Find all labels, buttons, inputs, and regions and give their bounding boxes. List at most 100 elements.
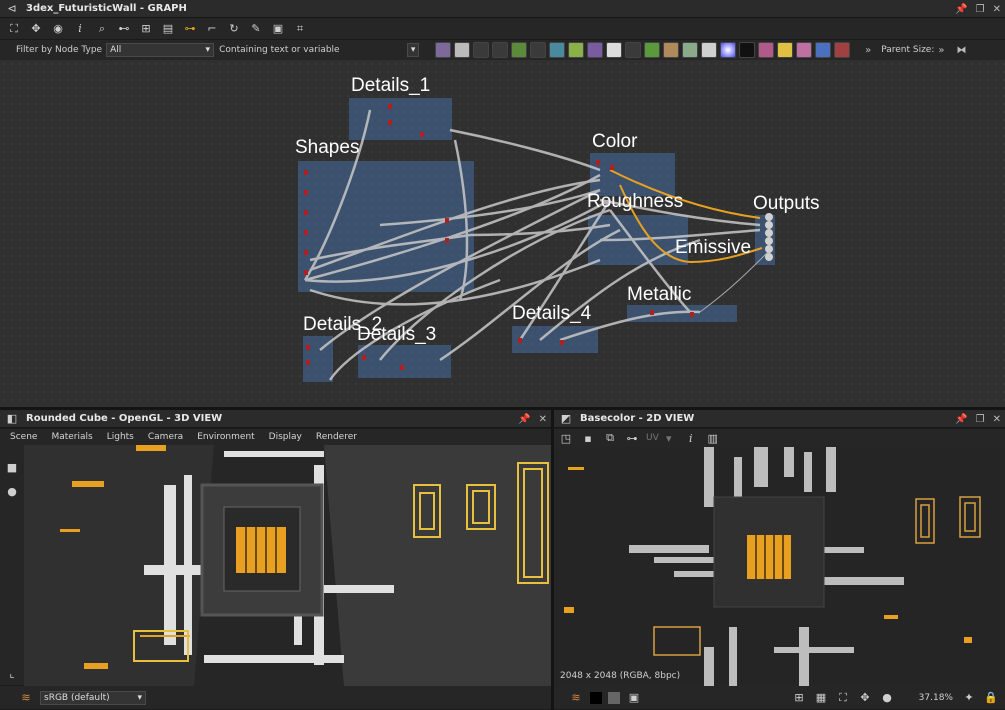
pin-icon[interactable]: 📌 — [955, 4, 967, 15]
hierarchy-icon[interactable]: ⊞ — [138, 21, 154, 37]
view3d-title: Rounded Cube - OpenGL - 3D VIEW — [26, 413, 223, 424]
link-icon[interactable]: ⊷ — [116, 21, 132, 37]
frame-label-emissive: Emissive — [675, 237, 752, 258]
warp-icon[interactable] — [758, 42, 775, 58]
output-icon[interactable] — [834, 42, 851, 58]
pin-icon[interactable]: 📌 — [518, 414, 530, 425]
transform-icon[interactable] — [815, 42, 832, 58]
menu-materials[interactable]: Materials — [51, 432, 92, 442]
frame-all-icon[interactable]: ⛶ — [6, 21, 22, 37]
wrench-icon[interactable]: ✎ — [248, 21, 264, 37]
preview-icon[interactable]: ▣ — [626, 690, 642, 706]
black-swatch-icon[interactable] — [590, 691, 602, 704]
graph-canvas[interactable]: Details_1 Shapes Color Roughness Outputs… — [0, 60, 1005, 407]
menu-scene[interactable]: Scene — [10, 432, 37, 442]
light-bulb-icon[interactable]: ● — [4, 483, 20, 499]
zoom-value[interactable]: 37.18% — [901, 693, 953, 703]
frame-icon[interactable]: ◳ — [558, 430, 574, 446]
crop-icon[interactable]: ⌗ — [292, 21, 308, 37]
value-icon[interactable] — [739, 42, 756, 58]
close-icon[interactable]: ✕ — [993, 4, 1001, 15]
tile-icon[interactable]: ⊶ — [624, 430, 640, 446]
menu-lights[interactable]: Lights — [107, 432, 134, 442]
histogram-icon[interactable]: ▥ — [705, 430, 721, 446]
pin-icon[interactable]: 📌 — [955, 414, 967, 425]
lock-icon[interactable]: 🔒 — [983, 690, 999, 706]
warning-icon[interactable] — [777, 42, 794, 58]
view3d-statusbar: ≋ sRGB (default) ▾ — [0, 686, 551, 709]
axis-icon[interactable]: ⌞ — [4, 665, 20, 681]
info-icon[interactable]: i — [683, 430, 699, 446]
parent-size-label: Parent Size: — [881, 45, 935, 55]
camera-icon[interactable]: ◉ — [50, 21, 66, 37]
zoom-out-icon[interactable]: ● — [879, 690, 895, 706]
node-type-dropdown[interactable]: All ▾ — [106, 43, 215, 57]
text-icon[interactable] — [796, 42, 813, 58]
menu-display[interactable]: Display — [269, 432, 302, 442]
filter-icon[interactable] — [682, 42, 699, 58]
view2d-viewport[interactable]: 2048 x 2048 (RGBA, 8bpc) — [554, 447, 1005, 686]
graph-title: 3dex_FuturisticWall - GRAPH — [26, 3, 187, 14]
curve-icon[interactable] — [511, 42, 528, 58]
levels-icon[interactable] — [701, 42, 718, 58]
float-icon[interactable]: ❐ — [976, 4, 985, 15]
uv-label[interactable]: UV — [646, 433, 659, 443]
colorspace-dropdown[interactable]: sRGB (default) ▾ — [40, 690, 146, 705]
filter-label: Filter by Node Type — [16, 45, 103, 55]
copy-icon[interactable]: ⧉ — [602, 430, 618, 446]
fit-icon[interactable]: ⛶ — [835, 690, 851, 706]
circle-icon[interactable] — [587, 42, 604, 58]
search-icon[interactable]: ⌕ — [94, 21, 110, 37]
layers-icon[interactable]: ≋ — [18, 690, 34, 706]
menu-environment[interactable]: Environment — [197, 432, 254, 442]
hsl-icon[interactable] — [720, 42, 737, 58]
save-icon[interactable]: ▪ — [580, 430, 596, 446]
search-field[interactable]: Containing text or variable — [219, 45, 399, 55]
video-camera-icon[interactable]: ■ — [4, 459, 20, 475]
more-icon[interactable]: » — [865, 45, 871, 56]
close-icon[interactable]: ✕ — [993, 414, 1001, 425]
view3d-viewport[interactable] — [24, 445, 551, 686]
export-icon[interactable]: ▣ — [270, 21, 286, 37]
share-icon[interactable]: ⊲ — [4, 1, 20, 17]
align-icon[interactable]: ⌐ — [204, 21, 220, 37]
frame-label-details-3: Details_3 — [357, 324, 437, 345]
pan-icon[interactable]: ✥ — [28, 21, 44, 37]
image-icon[interactable] — [549, 42, 566, 58]
connect-icon[interactable]: ⊶ — [182, 21, 198, 37]
connections — [303, 104, 773, 381]
chevron-down-icon[interactable]: ▾ — [661, 430, 677, 446]
grid-icon[interactable]: ⊞ — [791, 690, 807, 706]
more-icon-2[interactable]: » — [938, 45, 944, 56]
cube-icon[interactable] — [625, 42, 642, 58]
layers-icon[interactable]: ≋ — [568, 690, 584, 706]
settings-icon[interactable]: ⧓ — [957, 45, 967, 56]
zoom-in-icon[interactable]: ✦ — [961, 690, 977, 706]
refresh-icon[interactable]: ↻ — [226, 21, 242, 37]
float-icon[interactable]: ❐ — [976, 414, 985, 425]
close-icon[interactable]: ✕ — [539, 414, 547, 425]
info-icon[interactable]: i — [72, 21, 88, 37]
search-dropdown[interactable]: ▾ — [407, 43, 420, 57]
menu-camera[interactable]: Camera — [148, 432, 183, 442]
frame-label-details-4: Details_4 — [512, 303, 592, 324]
view2d-titlebar: ◩ Basecolor - 2D VIEW 📌 ❐ ✕ — [554, 410, 1005, 428]
paint-icon[interactable] — [530, 42, 547, 58]
blend-icon[interactable] — [663, 42, 680, 58]
drop-icon[interactable] — [473, 42, 490, 58]
bitmap-icon[interactable] — [435, 42, 452, 58]
checker-icon[interactable] — [608, 691, 620, 704]
grid-icon[interactable] — [606, 42, 623, 58]
render-2d — [554, 447, 1005, 686]
layout-icon[interactable]: ▤ — [160, 21, 176, 37]
node-palette: » — [435, 42, 871, 58]
pixel-grid-icon[interactable]: ▦ — [813, 690, 829, 706]
svg-icon[interactable] — [454, 42, 471, 58]
gradient-icon[interactable] — [568, 42, 585, 58]
shuffle-icon[interactable] — [492, 42, 509, 58]
view2d-toolbar: ◳ ▪ ⧉ ⊶ UV ▾ i ▥ — [554, 429, 1005, 447]
frame-label-color: Color — [592, 131, 638, 152]
tree-icon[interactable] — [644, 42, 661, 58]
move-icon[interactable]: ✥ — [857, 690, 873, 706]
menu-renderer[interactable]: Renderer — [316, 432, 357, 442]
